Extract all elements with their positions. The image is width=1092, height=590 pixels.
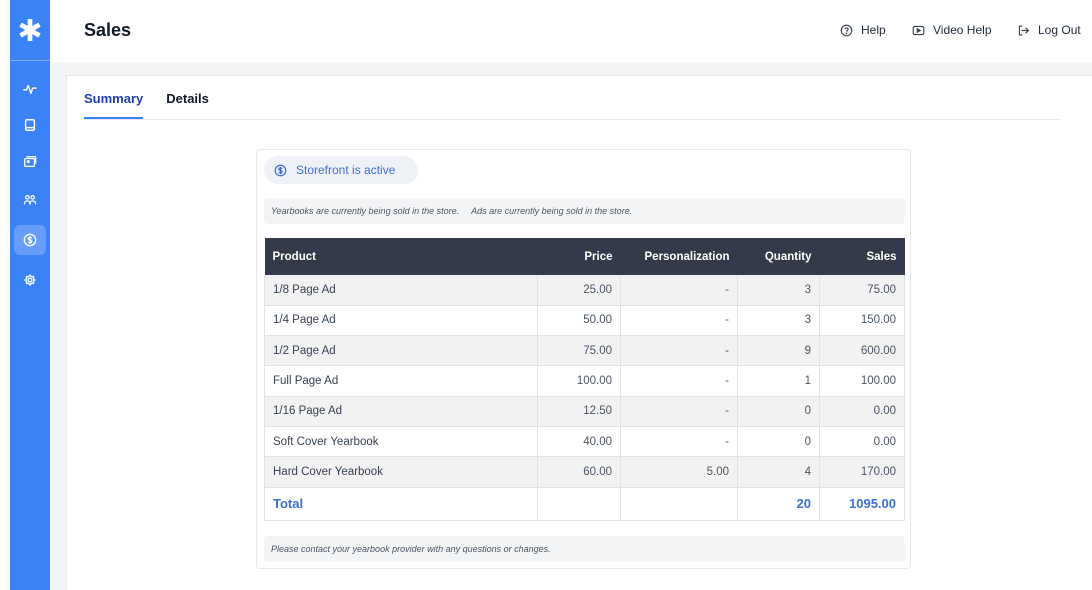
price-cell: 40.00 <box>537 426 621 458</box>
sidebar-item-users[interactable] <box>14 185 46 215</box>
sales-summary-card: Storefront is active Yearbooks are curre… <box>256 149 911 569</box>
column-header-quantity: Quantity <box>737 238 820 275</box>
status-badge: Storefront is active <box>264 156 418 184</box>
window-edge <box>0 0 10 590</box>
app-root: ✱ Sales Help Video Help Log Out Summary … <box>0 0 1092 590</box>
dollar-circle-icon <box>274 164 287 176</box>
total-quantity: 20 <box>737 487 820 521</box>
table-total-row: Total 20 1095.00 <box>264 487 905 521</box>
empty-cell <box>537 487 621 521</box>
question-circle-icon <box>840 24 853 36</box>
tab-divider <box>84 119 1059 120</box>
table-row: 1/16 Page Ad 12.50 - 0 0.00 <box>264 396 905 427</box>
logout-icon <box>1018 24 1030 36</box>
sales-cell: 75.00 <box>819 275 905 306</box>
table-row: Soft Cover Yearbook 40.00 - 0 0.00 <box>264 426 905 458</box>
price-cell: 100.00 <box>537 365 621 397</box>
logout-label: Log Out <box>1038 23 1081 37</box>
logo-icon[interactable]: ✱ <box>10 12 50 52</box>
ads-note: Ads are currently being sold in the stor… <box>471 206 633 216</box>
sidebar-item-sales[interactable] <box>14 225 46 255</box>
tab-bar: Summary Details <box>84 91 232 119</box>
sales-cell: 100.00 <box>819 365 905 397</box>
product-cell: 1/4 Page Ad <box>264 305 538 337</box>
contact-note-text: Please contact your yearbook provider wi… <box>271 544 551 554</box>
activity-icon <box>23 84 37 95</box>
price-cell: 12.50 <box>537 396 621 427</box>
sidebar-item-book[interactable] <box>14 110 46 140</box>
product-cell: Soft Cover Yearbook <box>264 426 538 458</box>
help-label: Help <box>861 23 886 37</box>
quantity-cell: 3 <box>737 275 820 306</box>
yearbooks-note: Yearbooks are currently being sold in th… <box>271 206 460 216</box>
personalization-cell: - <box>620 305 738 337</box>
personalization-cell: - <box>620 365 738 397</box>
sales-cell: 0.00 <box>819 396 905 427</box>
product-cell: Hard Cover Yearbook <box>264 456 538 488</box>
quantity-cell: 0 <box>737 396 820 427</box>
table-row: Hard Cover Yearbook 60.00 5.00 4 170.00 <box>264 456 905 488</box>
table-row: 1/2 Page Ad 75.00 - 9 600.00 <box>264 335 905 367</box>
users-icon <box>23 195 37 205</box>
video-help-label: Video Help <box>933 23 992 37</box>
table-row: Full Page Ad 100.00 - 1 100.00 <box>264 365 905 397</box>
sales-cell: 0.00 <box>819 426 905 458</box>
sales-cell: 170.00 <box>819 456 905 488</box>
page-title: Sales <box>84 20 132 40</box>
sidebar-item-settings[interactable] <box>14 265 46 295</box>
personalization-cell: - <box>620 335 738 367</box>
table-header-row: Product Price Personalization Quantity S… <box>264 238 905 275</box>
book-icon <box>24 119 36 131</box>
tab-summary[interactable]: Summary <box>84 91 144 119</box>
main-panel: Summary Details Storefront is active Yea… <box>66 75 1092 590</box>
dollar-circle-icon <box>23 233 37 247</box>
quantity-cell: 4 <box>737 456 820 488</box>
product-cell: 1/2 Page Ad <box>264 335 538 367</box>
table-row: 1/4 Page Ad 50.00 - 3 150.00 <box>264 305 905 337</box>
product-cell: Full Page Ad <box>264 365 538 397</box>
help-link[interactable]: Help <box>840 23 886 37</box>
sales-cell: 150.00 <box>819 305 905 337</box>
total-label: Total <box>264 487 538 521</box>
quantity-cell: 1 <box>737 365 820 397</box>
column-header-sales: Sales <box>819 238 905 275</box>
total-sales: 1095.00 <box>819 487 905 521</box>
status-label: Storefront is active <box>296 163 396 177</box>
price-cell: 60.00 <box>537 456 621 488</box>
price-cell: 75.00 <box>537 335 621 367</box>
column-header-product: Product <box>264 238 538 275</box>
sidebar-item-activity[interactable] <box>14 74 46 104</box>
video-play-icon <box>912 25 925 35</box>
column-header-price: Price <box>537 238 621 275</box>
header: Sales Help Video Help Log Out <box>50 0 1092 62</box>
sidebar-item-images[interactable] <box>14 147 46 177</box>
sidebar-divider <box>10 60 50 61</box>
price-cell: 50.00 <box>537 305 621 337</box>
table-row: 1/8 Page Ad 25.00 - 3 75.00 <box>264 275 905 306</box>
price-cell: 25.00 <box>537 275 621 306</box>
product-cell: 1/8 Page Ad <box>264 275 538 306</box>
quantity-cell: 3 <box>737 305 820 337</box>
empty-cell <box>620 487 738 521</box>
personalization-cell: - <box>620 396 738 427</box>
quantity-cell: 9 <box>737 335 820 367</box>
gear-icon <box>24 274 36 286</box>
personalization-cell: 5.00 <box>620 456 738 488</box>
sales-cell: 600.00 <box>819 335 905 367</box>
sales-table: Product Price Personalization Quantity S… <box>264 238 905 521</box>
images-icon <box>24 156 37 168</box>
video-help-link[interactable]: Video Help <box>912 23 992 37</box>
sidebar: ✱ <box>10 0 50 590</box>
quantity-cell: 0 <box>737 426 820 458</box>
product-cell: 1/16 Page Ad <box>264 396 538 427</box>
personalization-cell: - <box>620 275 738 306</box>
logout-link[interactable]: Log Out <box>1017 23 1081 37</box>
store-status-note: Yearbooks are currently being sold in th… <box>264 198 905 224</box>
tab-details[interactable]: Details <box>166 91 209 119</box>
column-header-personalization: Personalization <box>620 238 738 275</box>
contact-note: Please contact your yearbook provider wi… <box>264 536 905 562</box>
personalization-cell: - <box>620 426 738 458</box>
